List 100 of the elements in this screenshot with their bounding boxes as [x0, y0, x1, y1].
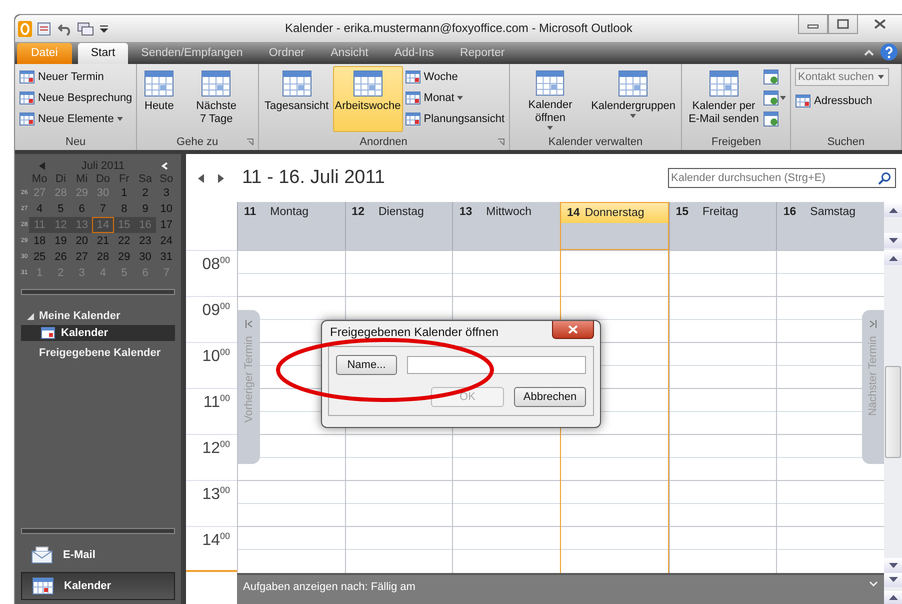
help-icon[interactable] [880, 43, 898, 61]
ribbon-tab[interactable]: Ordner [256, 43, 318, 64]
calendar-day[interactable]: 31 [156, 249, 177, 265]
name-field[interactable] [407, 356, 586, 374]
name-button[interactable]: Name... [336, 355, 397, 375]
ribbon-button[interactable]: Adressbuch [795, 90, 889, 111]
next-appointment-tab[interactable]: Nächster Termin [862, 310, 884, 464]
calendar-day[interactable]: 24 [156, 233, 177, 249]
group-label: Neu [66, 136, 86, 148]
previous-appointment-tab[interactable]: Vorheriger Termin [238, 310, 260, 464]
ribbon-button[interactable]: Tagesansicht [262, 66, 331, 132]
calendar-day[interactable]: 25 [29, 249, 50, 265]
ribbon-button[interactable]: Arbeitswoche [332, 66, 403, 132]
calendar-day[interactable]: 4 [29, 201, 50, 217]
calendar-day[interactable]: 1 [114, 185, 135, 201]
calendar-day[interactable]: 28 [92, 249, 114, 265]
ribbon-button[interactable]: Neuer Termin [19, 66, 132, 87]
ribbon-button[interactable]: Kalender öffnen [514, 66, 588, 132]
ribbon-tab[interactable]: Senden/Empfangen [128, 43, 256, 64]
previous-week-icon[interactable] [198, 174, 204, 182]
calendar-day[interactable]: 30 [134, 249, 156, 265]
customize-caret-icon[interactable] [100, 24, 108, 34]
close-button[interactable] [552, 321, 594, 339]
weekday-label: So [158, 173, 174, 185]
calendar-day[interactable]: 26 [50, 249, 72, 265]
maximize-button[interactable] [828, 15, 858, 34]
folder-item[interactable]: Kalender [21, 325, 175, 341]
skip-forward-icon [869, 320, 877, 328]
day-header[interactable]: 11 Montag [237, 202, 345, 250]
calendar-day[interactable]: 3 [156, 185, 177, 201]
day-header[interactable]: 13 Mittwoch [452, 202, 560, 250]
day-header[interactable]: 16 Samstag [776, 202, 884, 250]
folder-group-label[interactable]: Freigegebene Kalender [21, 341, 175, 365]
navigation-button[interactable]: Kalender [21, 572, 175, 600]
calendar-day[interactable]: 18 [29, 233, 50, 249]
ribbon-button[interactable]: Heute [141, 66, 178, 132]
close-icon [568, 325, 578, 334]
weekday-label: Do [94, 173, 112, 185]
folder-group-label[interactable]: Meine Kalender [39, 310, 120, 322]
calendar-day[interactable]: 5 [50, 201, 72, 217]
ribbon-tab[interactable]: Add-Ins [381, 43, 447, 64]
calendar-day[interactable]: 9 [134, 201, 156, 217]
chevron-down-icon[interactable] [869, 581, 878, 587]
collapse-pane-icon[interactable] [161, 162, 169, 170]
dialog-launcher-icon[interactable] [246, 138, 254, 146]
contact-search-field[interactable]: Kontakt suchen [795, 68, 889, 86]
day-header[interactable]: 12 Dienstag [344, 202, 452, 250]
minimize-button[interactable] [798, 15, 828, 34]
calendar-day[interactable]: 23 [134, 233, 156, 249]
scroll-thumb[interactable] [885, 366, 902, 458]
ribbon-button[interactable]: Kalendergruppen [589, 66, 678, 132]
calendar-icon [617, 68, 650, 98]
ribbon-tab[interactable]: Start [78, 43, 128, 64]
calendar-icon [143, 68, 176, 98]
calendar-search-field[interactable]: Kalender durchsuchen (Strg+E) [668, 168, 896, 188]
collapse-ribbon-icon[interactable] [864, 49, 874, 57]
calendar-day[interactable]: 8 [114, 201, 135, 217]
calendar-day[interactable]: 22 [114, 233, 135, 249]
day-header[interactable]: 15 Freitag [668, 202, 776, 250]
scroll-down-button[interactable] [884, 233, 902, 248]
search-icon[interactable] [878, 172, 891, 184]
day-header[interactable]: 14 Donnerstag [560, 202, 669, 250]
ribbon-tab[interactable]: Reporter [446, 43, 518, 64]
date-range-title: 11 - 16. Juli 2011 [242, 167, 385, 189]
calendar-day[interactable]: 10 [156, 201, 177, 217]
windows-icon[interactable] [77, 22, 95, 36]
calendar-day[interactable]: 29 [114, 249, 135, 265]
expand-arrow-icon[interactable] [27, 312, 34, 320]
hour-label: 12$^{00}$ [186, 434, 237, 480]
ribbon-button[interactable]: Neue Besprechung [19, 87, 132, 108]
scroll-up-button[interactable] [884, 202, 902, 217]
calendar-day[interactable]: 20 [71, 233, 92, 249]
calendar-icon [534, 68, 566, 98]
calendar-day[interactable]: 19 [50, 233, 72, 249]
undo-icon[interactable] [58, 22, 72, 36]
scroll-down-button[interactable] [884, 558, 902, 573]
ribbon-button[interactable]: Woche [404, 66, 505, 87]
weekday-label: Mi [75, 173, 89, 185]
calendar-day[interactable]: 2 [134, 185, 156, 201]
next-week-icon[interactable] [218, 174, 224, 182]
cancel-button[interactable]: Abbrechen [514, 387, 586, 407]
ribbon-button[interactable]: Nächste 7 Tage [179, 66, 254, 132]
ribbon-button[interactable]: Planungsansicht [404, 108, 505, 129]
tasks-bar[interactable]: Aufgaben anzeigen nach: Fällig am [237, 573, 884, 604]
calendar-day[interactable]: 27 [71, 249, 92, 265]
up-arrow-icon [888, 254, 898, 260]
scroll-up-button[interactable] [884, 590, 902, 604]
ribbon-tab[interactable]: Ansicht [318, 43, 382, 64]
calendar-day[interactable]: 7 [92, 201, 114, 217]
scroll-down-button[interactable] [884, 573, 902, 586]
calendar-day[interactable]: 6 [71, 201, 92, 217]
calendar-day[interactable]: 17 [156, 217, 177, 233]
ribbon-button[interactable]: Monat [404, 87, 505, 108]
ribbon-tab[interactable]: Datei [17, 43, 72, 64]
dialog-launcher-icon[interactable] [496, 138, 505, 146]
scroll-up-button[interactable] [884, 250, 902, 265]
calendar-day[interactable]: 21 [92, 233, 114, 249]
ribbon-button[interactable]: Neue Elemente [19, 108, 132, 129]
ribbon-button[interactable]: Kalender per E-Mail senden [686, 66, 761, 132]
navigation-button[interactable]: E-Mail [21, 542, 175, 568]
